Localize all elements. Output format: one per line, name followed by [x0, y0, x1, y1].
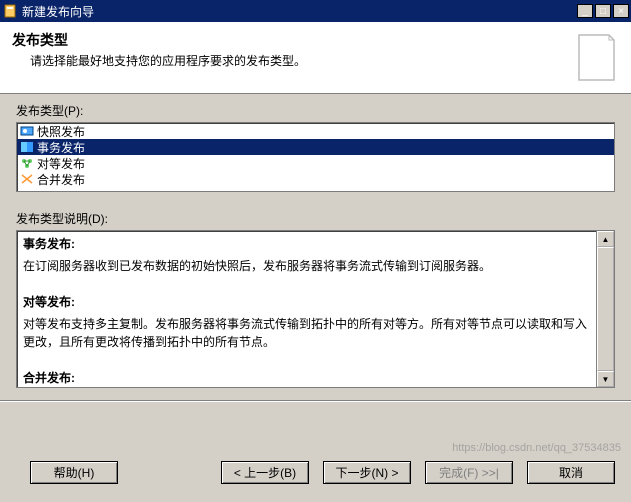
list-item-peer[interactable]: 对等发布 [17, 155, 614, 171]
page-title: 发布类型 [12, 30, 574, 50]
scroll-down-icon[interactable]: ▼ [597, 371, 614, 387]
minimize-button[interactable]: _ [577, 4, 593, 18]
page-subtitle: 请选择能最好地支持您的应用程序要求的发布类型。 [12, 52, 574, 69]
next-button[interactable]: 下一步(N) > [323, 461, 411, 484]
list-item-label: 快照发布 [37, 123, 85, 140]
desc-section-body: 在订阅服务器收到已发布数据的初始快照后，发布服务器将事务流式传输到订阅服务器。 [23, 257, 588, 275]
list-item-label: 对等发布 [37, 155, 85, 172]
description-label: 发布类型说明(D): [16, 210, 615, 227]
divider [0, 400, 631, 402]
list-item-transactional[interactable]: 事务发布 [17, 139, 614, 155]
list-item-snapshot[interactable]: 快照发布 [17, 123, 614, 139]
finish-button: 完成(F) >>| [425, 461, 513, 484]
back-button[interactable]: < 上一步(B) [221, 461, 309, 484]
button-bar: 帮助(H) < 上一步(B) 下一步(N) > 完成(F) >>| 取消 [0, 447, 631, 502]
peer-icon [19, 156, 35, 170]
transactional-icon [19, 140, 35, 154]
wizard-header: 发布类型 请选择能最好地支持您的应用程序要求的发布类型。 [0, 22, 631, 94]
list-label: 发布类型(P): [16, 102, 615, 119]
publication-type-listbox[interactable]: 快照发布 事务发布 对等发布 合并发布 [16, 122, 615, 192]
list-item-label: 合并发布 [37, 171, 85, 188]
scroll-thumb[interactable] [597, 247, 614, 371]
wizard-graphic-icon [574, 30, 619, 85]
desc-section-body: 对等发布支持多主复制。发布服务器将事务流式传输到拓扑中的所有对等方。所有对等节点… [23, 315, 588, 351]
cancel-button[interactable]: 取消 [527, 461, 615, 484]
scroll-up-icon[interactable]: ▲ [597, 231, 614, 247]
desc-section-title: 对等发布: [23, 293, 588, 311]
list-item-merge[interactable]: 合并发布 [17, 171, 614, 187]
app-icon [2, 3, 18, 19]
close-button[interactable]: × [613, 4, 629, 18]
window-title: 新建发布向导 [22, 3, 575, 20]
merge-icon [19, 172, 35, 186]
desc-section-title: 合并发布: [23, 369, 588, 387]
desc-section-title: 事务发布: [23, 235, 588, 253]
maximize-button[interactable]: □ [595, 4, 611, 18]
help-button[interactable]: 帮助(H) [30, 461, 118, 484]
description-textbox: 事务发布: 在订阅服务器收到已发布数据的初始快照后，发布服务器将事务流式传输到订… [16, 230, 615, 388]
titlebar: 新建发布向导 _ □ × [0, 0, 631, 22]
scrollbar[interactable]: ▲ ▼ [596, 231, 614, 387]
list-item-label: 事务发布 [37, 139, 85, 156]
snapshot-icon [19, 124, 35, 138]
